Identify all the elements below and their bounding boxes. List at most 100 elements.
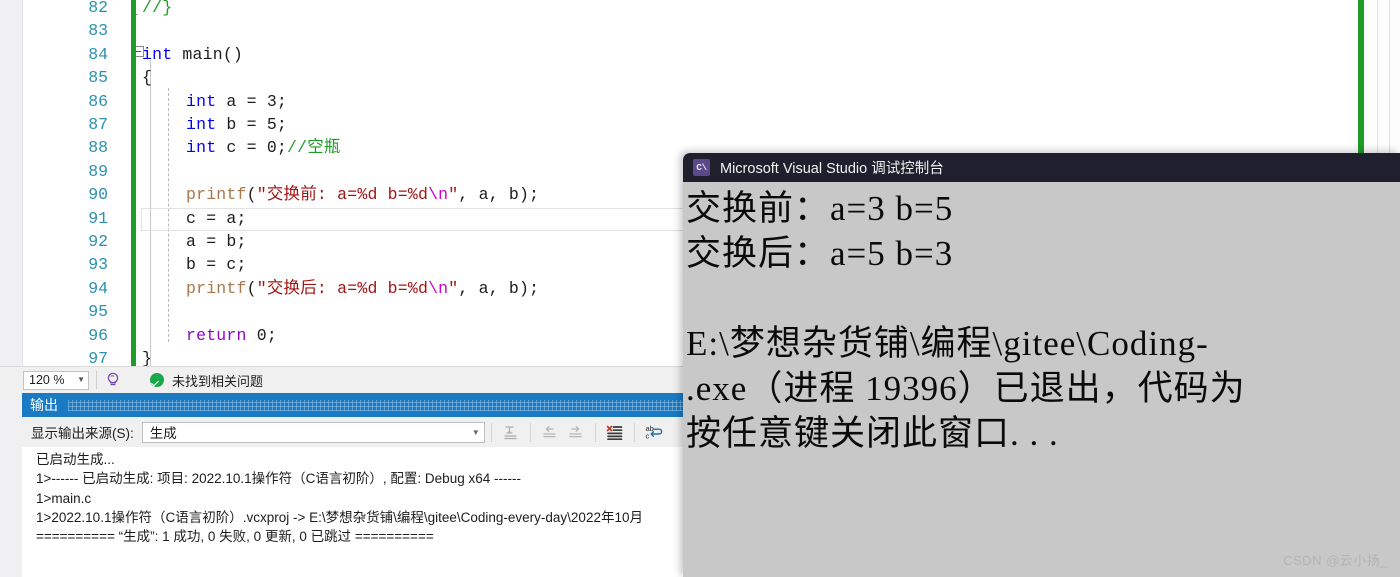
line-number: 97 [88,349,108,366]
code-line-text: printf("交换前: a=%d b=%d\n", a, b); [186,183,539,206]
code-line-text: return 0; [186,324,277,347]
code-line-text: { [142,66,152,89]
clear-all-icon[interactable] [602,420,628,444]
toolbar-divider [529,422,531,442]
code-token: , a, b); [458,278,540,298]
code-token: return [186,325,247,345]
navigate-forward-icon[interactable] [563,420,589,444]
no-issues-found-icon [150,373,164,387]
pin-output-icon[interactable] [498,420,524,444]
code-token: a = b; [186,232,247,251]
code-token: int [186,115,217,134]
line-number: 96 [88,325,108,345]
line-change-bar [131,253,136,277]
code-token: " [448,185,459,205]
console-line: 交换后：a=5 b=3 [686,234,954,273]
console-window-title: Microsoft Visual Studio 调试控制台 [720,161,944,177]
output-source-combobox[interactable]: 生成 ▼ [141,421,485,443]
toolbar-divider [633,422,635,442]
zoom-level-combobox[interactable]: 120 % ▼ [23,370,89,390]
output-left-margin [0,393,22,577]
code-token: //空瓶 [287,138,341,158]
code-line[interactable]: 84 int main() [0,42,1400,67]
code-token: \n [428,185,449,205]
line-number: 83 [88,21,108,41]
code-token: printf [186,185,247,205]
line-number: 91 [88,208,108,228]
code-line-text: int a = 3; [186,90,287,113]
code-token: int [186,138,217,158]
code-token: 0; [246,325,277,345]
line-change-bar [131,136,136,160]
console-line: 按任意键关闭此窗口. . . [686,414,1059,453]
code-line-text: printf("交换后: a=%d b=%d\n", a, b); [186,277,539,300]
console-line: E:\梦想杂货铺\编程\gitee\Coding- [686,324,1209,363]
line-number: 92 [88,232,108,251]
console-lines-container: 交换前：a=3 b=5 交换后：a=5 b=3 E:\梦想杂货铺\编程\gitee\… [683,186,1400,456]
code-token: c = 0; [216,138,288,158]
toggle-word-wrap-icon[interactable]: ab c [641,420,667,444]
output-line: 1>------ 已启动生成: 项目: 2022.10.1操作符（C语言初阶）,… [36,471,521,487]
line-change-bar [131,347,136,366]
code-token: ( [246,278,257,298]
chevron-down-icon[interactable]: ▼ [77,376,85,384]
code-line-text: b = c; [186,253,247,276]
console-titlebar[interactable]: C\ Microsoft Visual Studio 调试控制台 [683,153,1400,182]
line-change-bar [131,159,136,184]
line-number: 94 [88,278,108,298]
console-output-area[interactable]: 交换前：a=3 b=5 交换后：a=5 b=3 E:\梦想杂货铺\编程\gitee\… [683,182,1400,577]
line-number: 82 [88,0,108,17]
zoom-level-value: 120 % [29,373,65,387]
code-line[interactable]: 83 [0,19,1400,43]
line-change-bar [131,276,136,301]
output-line: 1>2022.10.1操作符（C语言初阶）.vcxproj -> E:\梦想杂货… [36,509,643,525]
console-line: .exe（进程 19396）已退出，代码为 [686,369,1246,408]
navigate-back-icon[interactable] [537,420,563,444]
code-token: { [142,68,153,88]
line-number: 88 [88,138,108,158]
code-token: \n [428,278,449,298]
code-line-text: //} [142,0,172,19]
line-number: 86 [88,91,108,111]
output-source-value: 生成 [149,426,177,441]
code-line-text: c = a; [186,207,247,230]
line-change-bar [131,19,136,43]
code-token: a = 3; [216,91,288,111]
output-line: 1>main.c [36,490,92,506]
code-token: printf [186,278,247,298]
code-token: ( [246,185,257,205]
status-divider [96,371,97,389]
line-number: 84 [88,44,108,64]
line-change-bar [131,66,136,90]
code-token: int [142,44,173,64]
code-line[interactable]: 85 { [0,66,1400,90]
console-line: 交换前：a=3 b=5 [686,189,954,228]
code-line[interactable]: 86 int a = 3; [0,89,1400,113]
status-message: 未找到相关问题 [172,373,264,389]
line-change-bar [131,183,136,207]
code-line[interactable]: 82 //} [0,0,1400,20]
code-line[interactable]: 87 int b = 5; [0,113,1400,137]
line-number: 85 [88,68,108,88]
intellicode-icon[interactable] [104,371,122,389]
console-app-icon: C\ [693,159,710,176]
line-change-bar [131,323,136,347]
code-line-text: int b = 5; [186,113,287,136]
output-line: ========== “生成”: 1 成功, 0 失败, 0 更新, 0 已跳过… [36,529,434,545]
line-change-bar [131,206,136,230]
debug-console-window[interactable]: C\ Microsoft Visual Studio 调试控制台 交换前：a=3… [683,153,1400,577]
output-source-label: 显示输出来源(S): [31,426,134,441]
code-line-text: int c = 0;//空瓶 [186,136,341,159]
code-line-text: int main() [142,43,243,66]
toolbar-divider [594,422,596,442]
line-change-bar [131,113,136,137]
line-change-bar [131,300,136,324]
output-window-title: 输出 [30,397,58,413]
code-token: " [448,278,459,298]
code-token: b = 5; [216,115,288,134]
line-number: 87 [88,115,108,134]
chevron-down-icon[interactable]: ▼ [472,428,480,437]
code-token: } [142,349,153,366]
line-change-bar [131,0,136,20]
